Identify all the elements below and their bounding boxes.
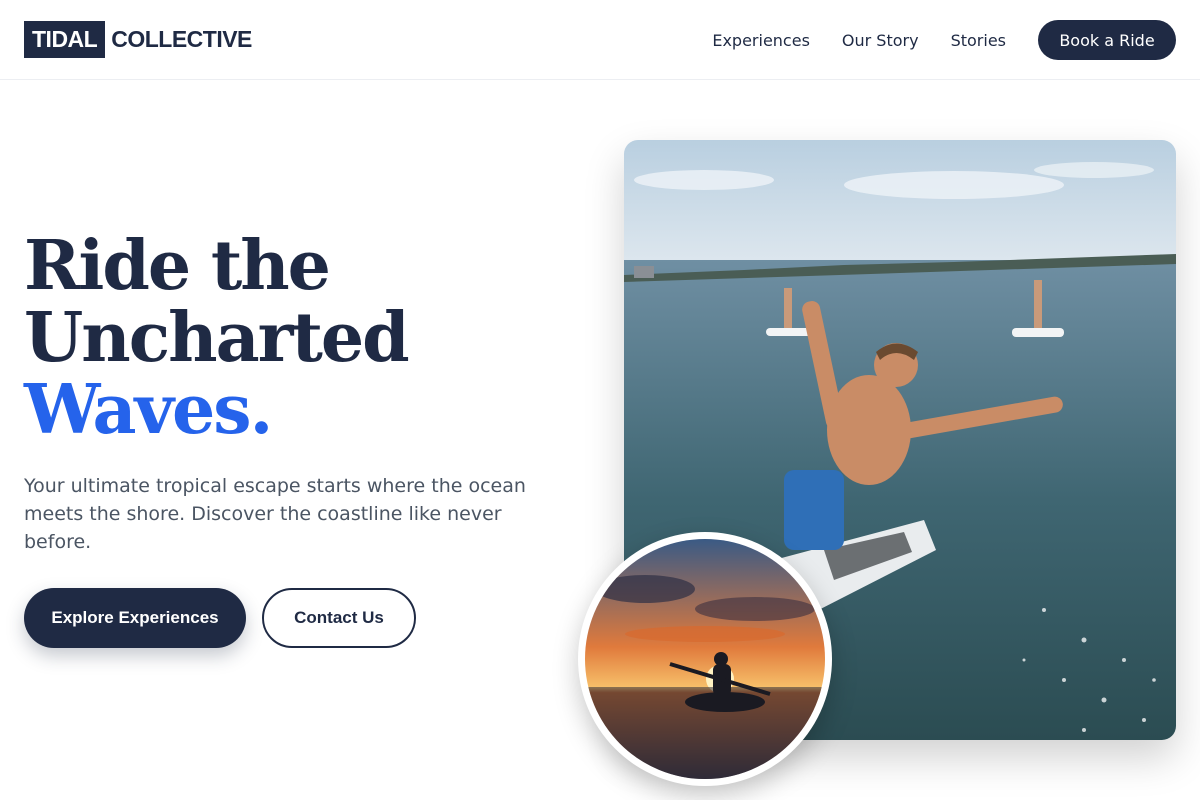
hero-title: Ride the Uncharted Waves. (24, 230, 584, 446)
logo[interactable]: TIDAL COLLECTIVE (24, 21, 252, 58)
nav-link-stories[interactable]: Stories (951, 31, 1006, 50)
hero-title-accent: Waves. (24, 370, 273, 450)
nav-link-experiences[interactable]: Experiences (712, 31, 810, 50)
contact-us-button[interactable]: Contact Us (262, 588, 416, 648)
main-nav: Experiences Our Story Stories Book a Rid… (712, 20, 1176, 60)
book-a-ride-button[interactable]: Book a Ride (1038, 20, 1176, 60)
nav-link-our-story[interactable]: Our Story (842, 31, 919, 50)
sunset-kayak-photo (578, 532, 832, 786)
explore-experiences-button[interactable]: Explore Experiences (24, 588, 246, 648)
logo-boxed-text: TIDAL (24, 21, 106, 58)
site-header: TIDAL COLLECTIVE Experiences Our Story S… (0, 0, 1200, 80)
logo-text: COLLECTIVE (111, 26, 252, 52)
hero-title-line2: Uncharted (24, 298, 410, 378)
hero-title-line1: Ride the (24, 226, 331, 306)
hero-subtitle: Your ultimate tropical escape starts whe… (24, 475, 526, 553)
